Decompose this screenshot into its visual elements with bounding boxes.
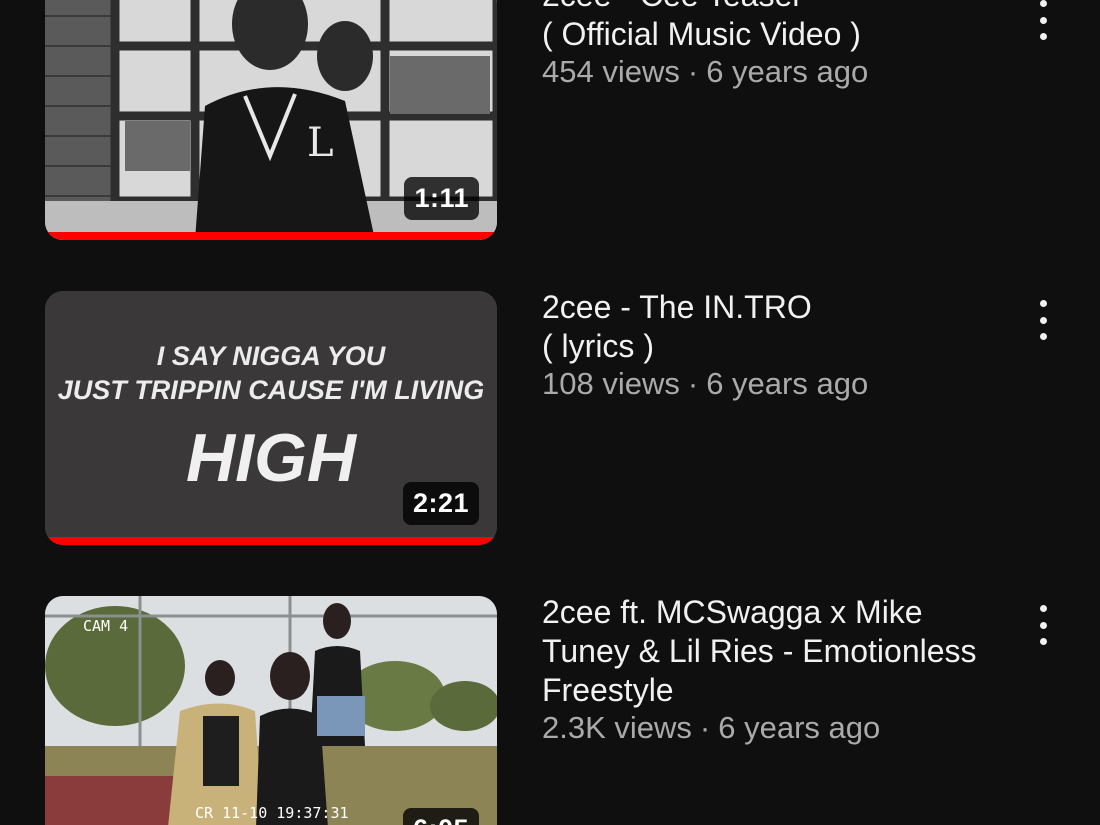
view-count: 108 views <box>542 366 680 401</box>
more-vert-icon[interactable] <box>1030 300 1056 340</box>
upload-age: 6 years ago <box>706 366 869 401</box>
watch-progress-bar <box>45 232 497 240</box>
watch-progress-bar <box>45 537 497 545</box>
video-title[interactable]: 2cee - The IN.TRO ( lyrics ) <box>542 288 1012 366</box>
camcorder-photo-image: CAM 4 CR 11-10 19:37:31 <box>45 596 497 825</box>
duration-badge: 2:21 <box>402 482 479 525</box>
camcorder-timestamp: CR 11-10 19:37:31 <box>195 804 349 822</box>
more-vert-icon[interactable] <box>1030 605 1056 645</box>
video-thumbnail[interactable]: L 1:11 <box>45 0 497 240</box>
video-feed: L 1:11 2cee - Cee Teaser ( Official Musi… <box>0 0 1100 825</box>
upload-age: 6 years ago <box>718 710 881 745</box>
duration-badge: 6:05 <box>402 808 479 825</box>
lyric-line-1: I SAY NIGGA YOU <box>157 341 387 371</box>
duration-badge: 1:11 <box>404 177 479 220</box>
video-meta: 2cee - Cee Teaser ( Official Music Video… <box>542 0 1012 90</box>
cam-label: CAM 4 <box>83 617 128 635</box>
video-thumbnail[interactable]: I SAY NIGGA YOU JUST TRIPPIN CAUSE I'M L… <box>45 291 497 545</box>
video-meta: 2cee - The IN.TRO ( lyrics ) 108 views · 6… <box>542 288 1012 402</box>
video-thumbnail[interactable]: CAM 4 CR 11-10 19:37:31 6:05 <box>45 596 497 825</box>
video-title[interactable]: 2cee ft. MCSwagga x Mike Tuney & Lil Rie… <box>542 593 1012 710</box>
video-item[interactable]: I SAY NIGGA YOU JUST TRIPPIN CAUSE I'M L… <box>0 288 1100 551</box>
view-count: 454 views <box>542 54 680 89</box>
video-stats: 454 views · 6 years ago <box>542 54 1012 90</box>
video-item[interactable]: CAM 4 CR 11-10 19:37:31 6:05 2cee ft. MC… <box>0 593 1100 825</box>
separator: · <box>687 54 699 89</box>
video-meta: 2cee ft. MCSwagga x Mike Tuney & Lil Rie… <box>542 593 1012 746</box>
svg-text:L: L <box>307 120 334 166</box>
lyric-line-2: JUST TRIPPIN CAUSE I'M LIVING <box>58 375 484 405</box>
more-vert-icon[interactable] <box>1030 0 1056 40</box>
video-item[interactable]: L 1:11 2cee - Cee Teaser ( Official Musi… <box>0 0 1100 246</box>
lyric-line-3: HIGH <box>186 420 358 496</box>
separator: · <box>687 366 699 401</box>
upload-age: 6 years ago <box>706 54 869 89</box>
video-stats: 108 views · 6 years ago <box>542 366 1012 402</box>
separator: · <box>699 710 711 745</box>
video-title[interactable]: 2cee - Cee Teaser ( Official Music Video… <box>542 0 1012 54</box>
view-count: 2.3K views <box>542 710 692 745</box>
video-stats: 2.3K views · 6 years ago <box>542 710 1012 746</box>
